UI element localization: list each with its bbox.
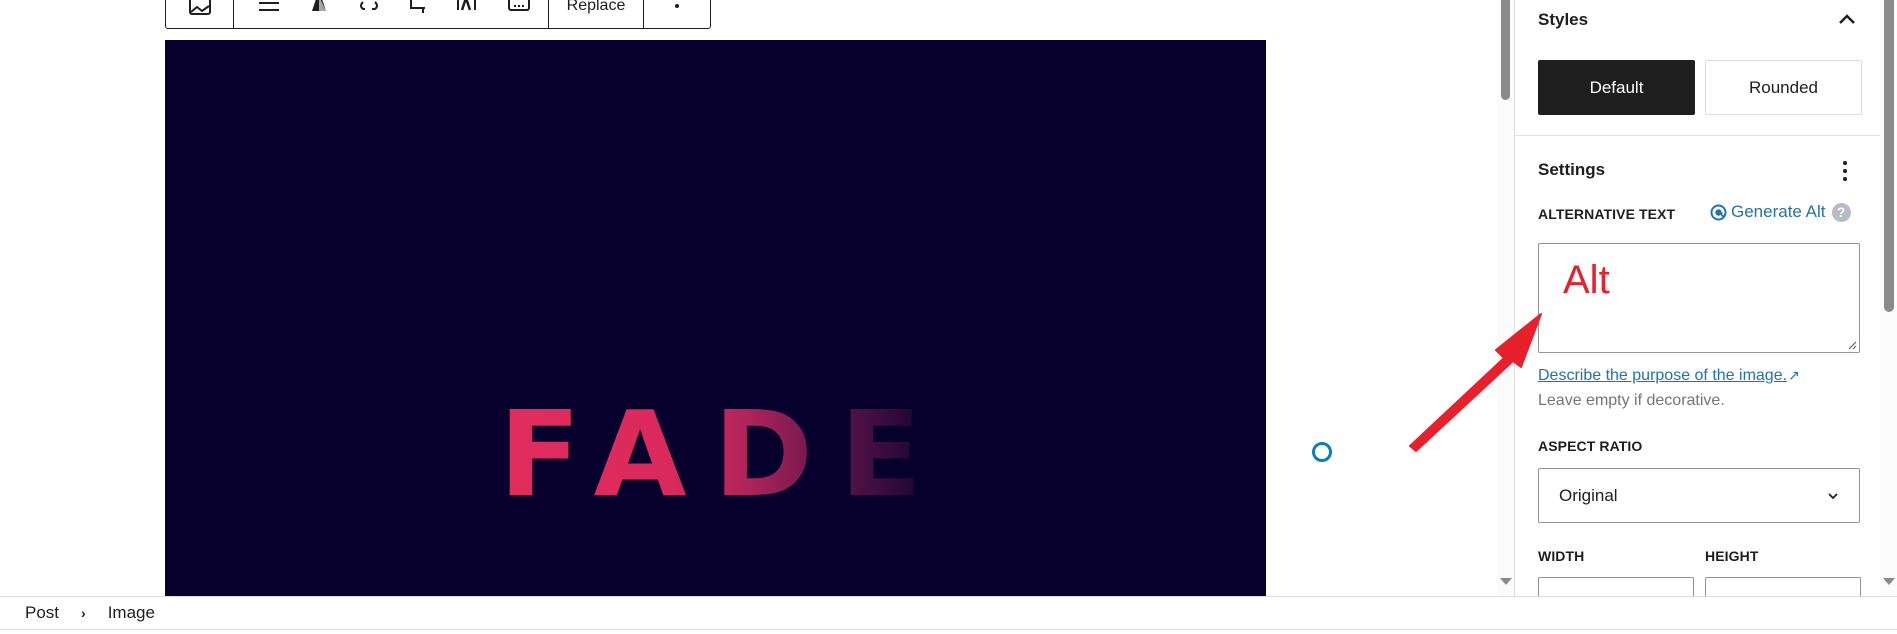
- help-icon[interactable]: ?: [1831, 202, 1851, 222]
- image-type-button[interactable]: [176, 0, 224, 28]
- width-input[interactable]: [1538, 577, 1694, 596]
- chevron-down-icon: [1828, 492, 1838, 499]
- settings-panel-title: Settings: [1538, 160, 1606, 179]
- height-input[interactable]: [1705, 577, 1861, 596]
- toolbar-group-tools: [234, 0, 549, 28]
- describe-purpose-link[interactable]: Describe the purpose of the image.: [1538, 367, 1787, 385]
- aspect-ratio-label: ASPECT RATIO: [1538, 438, 1643, 454]
- style-default-button[interactable]: Default: [1538, 60, 1695, 115]
- height-label: HEIGHT: [1705, 548, 1759, 564]
- block-settings-sidebar: Styles Default Rounded Settings ALTERNAT…: [1514, 0, 1880, 596]
- text-over-image-button[interactable]: [444, 0, 494, 28]
- editor-scrollbar[interactable]: [1497, 0, 1514, 596]
- toolbar-group-more: [644, 0, 710, 28]
- block-inserter-point[interactable]: [1312, 442, 1332, 462]
- editor-scroll-down-arrow[interactable]: [1500, 578, 1512, 585]
- image-icon: [188, 0, 211, 15]
- editor-canvas: Replace FADE: [0, 0, 1497, 596]
- styles-panel-title[interactable]: Styles: [1538, 10, 1588, 30]
- sidebar-scrollbar-thumb[interactable]: [1884, 0, 1894, 312]
- panel-divider: [1515, 135, 1880, 136]
- block-toolbar: Replace: [165, 0, 711, 29]
- alt-text-textarea[interactable]: [1538, 243, 1860, 353]
- sidebar-scrollbar[interactable]: [1880, 0, 1897, 596]
- duotone-button[interactable]: [294, 0, 344, 28]
- link-icon: [360, 0, 378, 10]
- align-icon: [259, 1, 279, 11]
- crop-icon: [410, 0, 425, 13]
- generate-alt-button[interactable]: Generate Alt ?: [1710, 202, 1851, 222]
- toolbar-group-replace: Replace: [549, 0, 644, 28]
- settings-options-button[interactable]: [1837, 158, 1853, 184]
- more-vertical-icon-dot: [1843, 169, 1847, 173]
- image-fade-text: FADE: [498, 385, 949, 523]
- crop-button[interactable]: [394, 0, 444, 28]
- aspect-ratio-value: Original: [1559, 485, 1618, 505]
- block-editor: Replace FADE Styles Default Rounded Sett…: [0, 0, 1897, 634]
- style-rounded-button[interactable]: Rounded: [1705, 60, 1862, 115]
- alt-text-hint: Leave empty if decorative.: [1538, 392, 1725, 409]
- breadcrumb: Post › Image: [0, 596, 1897, 630]
- breadcrumb-item-post[interactable]: Post: [25, 603, 59, 623]
- generate-alt-label: Generate Alt: [1731, 202, 1826, 221]
- duotone-icon: [312, 0, 326, 11]
- align-button[interactable]: [244, 0, 294, 28]
- ai-at-icon: [1710, 204, 1727, 220]
- aspect-ratio-select[interactable]: Original: [1538, 468, 1860, 523]
- external-link-icon: ↗: [1788, 367, 1800, 383]
- breadcrumb-separator-icon: ›: [81, 605, 86, 621]
- replace-button[interactable]: Replace: [567, 0, 626, 15]
- link-button[interactable]: [344, 0, 394, 28]
- keyboard-button[interactable]: [494, 0, 544, 28]
- toolbar-group-block-type: [166, 0, 234, 28]
- breadcrumb-item-image[interactable]: Image: [108, 603, 155, 623]
- more-vertical-icon-dot: [1843, 177, 1847, 181]
- more-vertical-icon-dot: [1843, 161, 1847, 165]
- chevron-up-icon[interactable]: [1837, 12, 1857, 26]
- more-options-button[interactable]: [653, 0, 701, 28]
- more-vertical-icon: [675, 3, 679, 8]
- sidebar-scroll-down-arrow[interactable]: [1883, 578, 1895, 585]
- keyboard-icon: [508, 0, 530, 11]
- alt-text-label: ALTERNATIVE TEXT: [1538, 206, 1676, 222]
- editor-scrollbar-thumb[interactable]: [1501, 0, 1510, 100]
- text-over-image-icon: [457, 0, 476, 10]
- image-block[interactable]: FADE: [165, 40, 1266, 596]
- width-label: WIDTH: [1538, 548, 1585, 564]
